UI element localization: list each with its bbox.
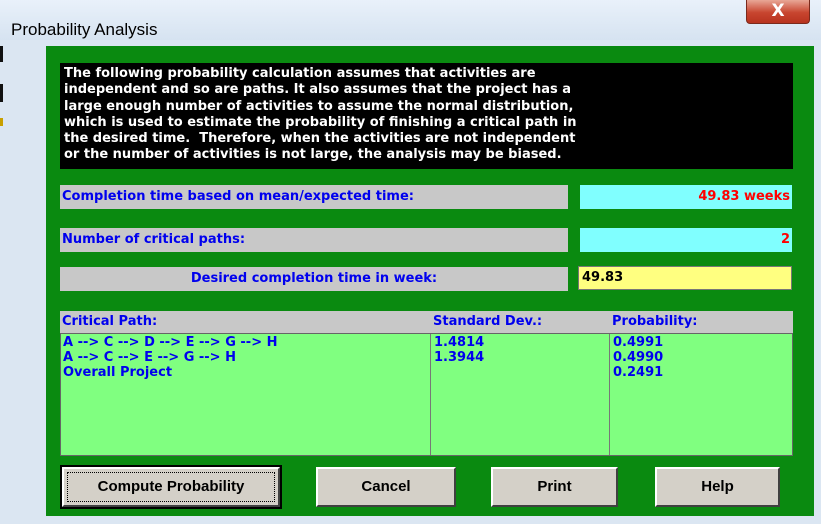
close-icon: X: [771, 1, 785, 21]
desired-time-label: Desired completion time in week:: [60, 267, 568, 291]
table-cell-std: 1.3944: [434, 350, 485, 365]
table-cell-path: A --> C --> E --> G --> H: [63, 350, 236, 365]
column-header-std: Standard Dev.:: [433, 314, 543, 329]
window-title: Probability Analysis: [11, 20, 158, 39]
column-header-path: Critical Path:: [62, 314, 158, 329]
window-edge-mark: [0, 46, 3, 62]
print-button[interactable]: Print: [491, 467, 618, 507]
completion-time-label: Completion time based on mean/expected t…: [60, 185, 568, 209]
results-table: A --> C --> D --> E --> G --> H 1.4814 0…: [60, 333, 793, 456]
table-cell-path: A --> C --> D --> E --> G --> H: [63, 335, 278, 350]
cancel-label: Cancel: [361, 478, 411, 495]
cancel-button[interactable]: Cancel: [316, 467, 456, 507]
table-cell-prob: 0.2491: [613, 365, 664, 380]
help-label: Help: [701, 478, 734, 495]
critical-paths-label: Number of critical paths:: [60, 228, 568, 252]
desired-time-input[interactable]: 49.83: [578, 266, 792, 290]
critical-paths-value: 2: [580, 228, 792, 252]
compute-probability-button[interactable]: Compute Probability: [60, 465, 282, 509]
notice-line: large enough number of activities to ass…: [64, 98, 574, 114]
print-label: Print: [537, 478, 572, 495]
table-cell-prob: 0.4990: [613, 350, 664, 365]
results-table-header: Critical Path: Standard Dev.: Probabilit…: [60, 311, 793, 333]
notice-line: the desired time. Therefore, when the ac…: [64, 131, 576, 147]
column-divider: [609, 334, 610, 455]
close-button[interactable]: X: [746, 0, 810, 24]
column-header-prob: Probability:: [612, 314, 698, 329]
table-cell-prob: 0.4991: [613, 335, 664, 350]
window-edge-mark: [0, 84, 3, 102]
notice-line: which is used to estimate the probabilit…: [64, 114, 577, 130]
table-cell-std: 1.4814: [434, 335, 485, 350]
notice-line: independent and so are paths. It also as…: [64, 82, 572, 98]
assumptions-notice: The following probability calculation as…: [60, 63, 793, 169]
title-bar: Probability Analysis X: [0, 0, 821, 40]
completion-time-value: 49.83 weeks: [580, 185, 792, 209]
table-cell-path: Overall Project: [63, 365, 173, 380]
column-divider: [430, 334, 431, 455]
notice-line: or the number of activities is not large…: [64, 147, 562, 163]
help-button[interactable]: Help: [655, 467, 780, 507]
notice-line: The following probability calculation as…: [64, 66, 536, 81]
focus-rect: [67, 472, 275, 502]
window-edge-mark: [0, 118, 3, 126]
